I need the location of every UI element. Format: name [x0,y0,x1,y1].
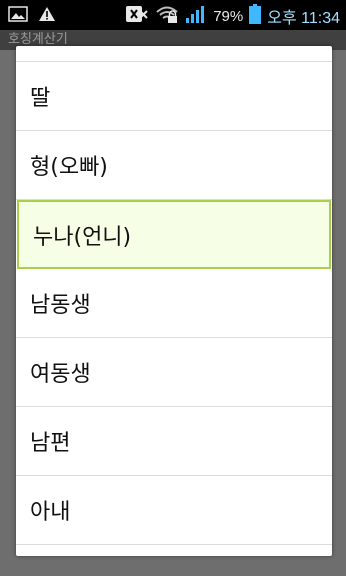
list-item-older-brother[interactable]: 형(오빠) [16,131,332,200]
signal-icon [185,4,207,28]
list-item-label: 남동생 [30,293,91,318]
list-item-label: 남편 [30,431,71,456]
list-item-label: 아내 [30,500,71,525]
list-item-wife[interactable]: 아내 [16,476,332,545]
list-item-label: 형(오빠) [30,155,108,180]
list-item-label: 딸 [30,86,51,111]
list-item-label: 여동생 [30,362,91,387]
status-bar: 79% 오후 11:34 [0,0,346,30]
image-icon [8,6,28,26]
battery-percent: 79% [213,7,244,25]
list-item-younger-sister[interactable]: 여동생 [16,338,332,407]
list-item-younger-brother[interactable]: 남동생 [16,269,332,338]
list-item-blank[interactable] [16,46,332,62]
wifi-icon [155,4,179,28]
battery-icon [249,4,262,28]
clock: 오후 11:34 [267,10,340,27]
list-item-husband[interactable]: 남편 [16,407,332,476]
warning-icon [38,6,56,26]
list-item-daughter[interactable]: 딸 [16,62,332,131]
relation-picker-dialog[interactable]: 딸 형(오빠) 누나(언니) 남동생 여동생 남편 아내 [16,46,332,556]
list-item-older-sister[interactable]: 누나(언니) [17,200,331,269]
list-item-label: 누나(언니) [33,224,132,250]
no-sim-icon [125,4,149,28]
relation-list[interactable]: 딸 형(오빠) 누나(언니) 남동생 여동생 남편 아내 [16,46,332,545]
